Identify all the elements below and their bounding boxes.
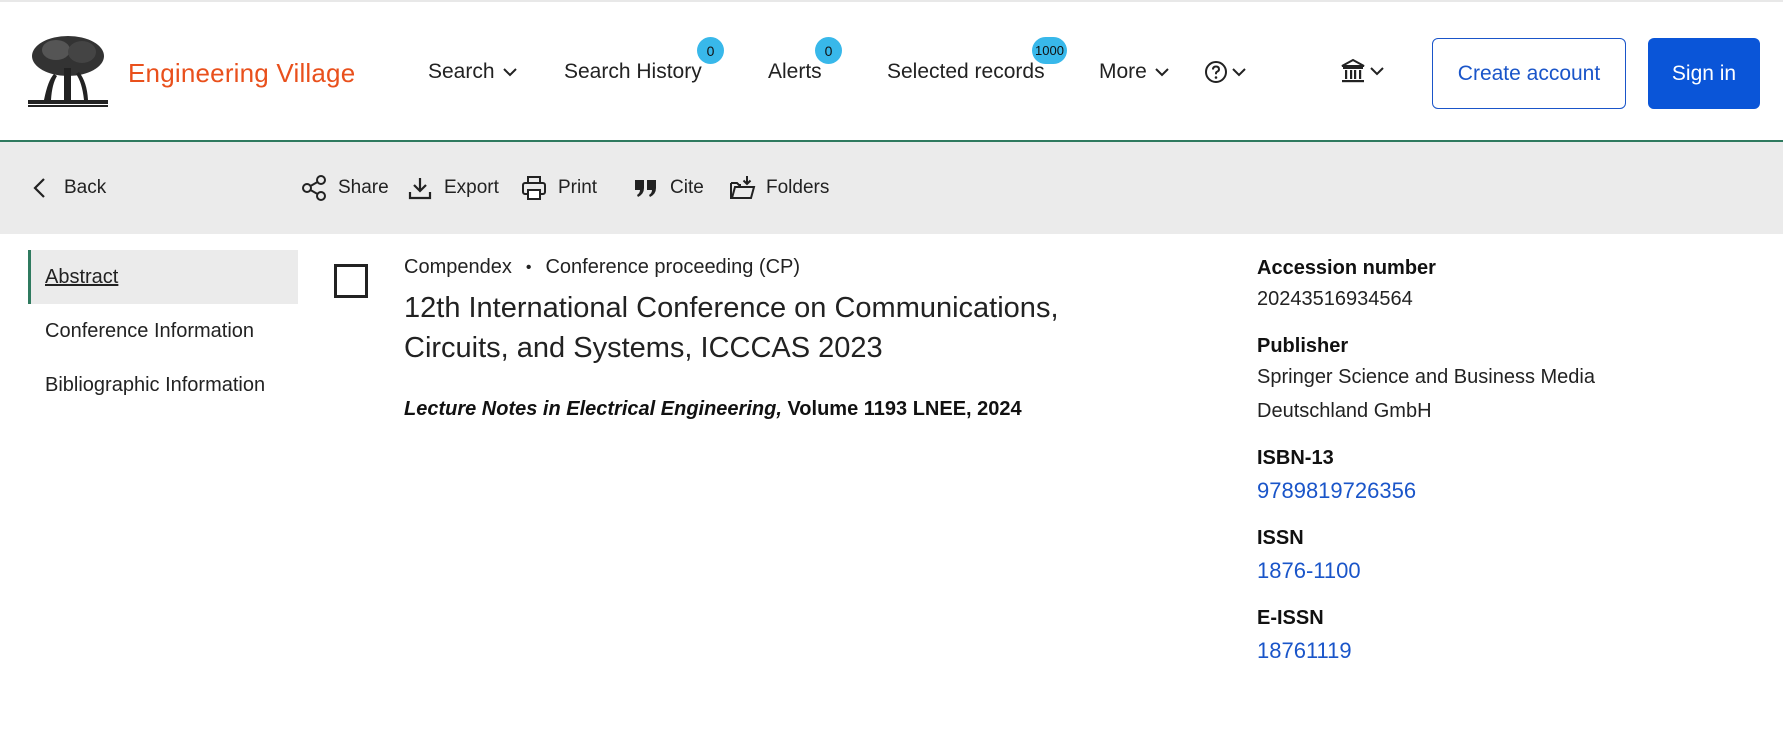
source-volume: Volume 1193 LNEE, 2024 bbox=[787, 398, 1022, 420]
print-label: Print bbox=[558, 177, 598, 198]
issn-label: ISSN bbox=[1257, 527, 1304, 549]
cite-button[interactable]: Cite bbox=[632, 174, 704, 202]
quote-icon bbox=[635, 180, 656, 197]
nav-more-label: More bbox=[1099, 60, 1147, 83]
separator-dot: • bbox=[525, 258, 532, 276]
nav-selected-records-label: Selected records bbox=[887, 60, 1045, 83]
help-menu[interactable] bbox=[1204, 60, 1248, 84]
publisher-label: Publisher bbox=[1257, 335, 1349, 357]
alerts-count-badge: 0 bbox=[815, 37, 842, 64]
create-account-button[interactable]: Create account bbox=[1432, 38, 1626, 109]
export-label: Export bbox=[444, 177, 499, 198]
share-icon bbox=[302, 175, 326, 201]
isbn-link[interactable]: 9789819726356 bbox=[1257, 474, 1416, 508]
source-series: Lecture Notes in Electrical Engineering, bbox=[404, 398, 782, 420]
isbn-label: ISBN-13 bbox=[1257, 447, 1334, 469]
nav-search-history-label: Search History bbox=[564, 60, 702, 83]
download-icon bbox=[408, 178, 432, 200]
chevron-down-icon bbox=[502, 68, 517, 77]
section-sidenav: Abstract Conference Information Bibliogr… bbox=[28, 250, 298, 412]
folders-button[interactable]: Folders bbox=[728, 174, 829, 202]
top-header: Engineering Village Search Search Histor… bbox=[0, 0, 1783, 142]
record-title: 12th International Conference on Communi… bbox=[404, 292, 1059, 364]
chevron-left-icon bbox=[33, 178, 45, 198]
record-toolbar: Back Share Export Print Cite Folders bbox=[0, 142, 1783, 234]
folder-add-icon bbox=[730, 176, 756, 199]
nav-search-history[interactable]: Search History bbox=[564, 60, 702, 84]
publisher-value-line1: Springer Science and Business Media bbox=[1257, 366, 1595, 388]
record-meta: Compendex • Conference proceeding (CP) bbox=[404, 256, 800, 279]
doc-type-label: Conference proceeding (CP) bbox=[545, 256, 801, 278]
folders-label: Folders bbox=[766, 177, 830, 198]
print-button[interactable]: Print bbox=[520, 174, 597, 202]
sidenav-item-bibliographic-information[interactable]: Bibliographic Information bbox=[28, 358, 298, 412]
nav-alerts-label: Alerts bbox=[768, 60, 822, 83]
chevron-down-icon bbox=[1232, 68, 1246, 77]
accession-number-label: Accession number bbox=[1257, 257, 1436, 279]
search-history-count-badge: 0 bbox=[697, 37, 724, 64]
sidenav-item-conference-information[interactable]: Conference Information bbox=[28, 304, 298, 358]
selected-records-count-badge: 1000 bbox=[1032, 37, 1067, 64]
elsevier-tree-logo-icon[interactable] bbox=[26, 34, 110, 110]
share-label: Share bbox=[338, 177, 389, 198]
accession-number-value: 20243516934564 bbox=[1257, 288, 1413, 310]
printer-icon bbox=[522, 176, 546, 200]
export-button[interactable]: Export bbox=[406, 174, 499, 202]
record-source: Lecture Notes in Electrical Engineering,… bbox=[404, 398, 1022, 421]
nav-search-label: Search bbox=[428, 60, 495, 83]
institution-icon bbox=[1341, 58, 1365, 83]
eissn-label: E-ISSN bbox=[1257, 607, 1324, 629]
help-question-icon bbox=[1205, 61, 1227, 83]
record-details: Accession number 20243516934564 Publishe… bbox=[1257, 256, 1737, 686]
sign-in-button[interactable]: Sign in bbox=[1648, 38, 1760, 109]
nav-alerts[interactable]: Alerts bbox=[768, 60, 822, 84]
publisher-value-line2: Deutschland GmbH bbox=[1257, 400, 1432, 422]
chevron-down-icon bbox=[1155, 68, 1169, 77]
database-label: Compendex bbox=[404, 256, 512, 278]
eissn-link[interactable]: 18761119 bbox=[1257, 634, 1352, 668]
sidenav-item-abstract[interactable]: Abstract bbox=[28, 250, 298, 304]
nav-search[interactable]: Search bbox=[428, 60, 519, 84]
chevron-down-icon bbox=[1370, 67, 1384, 76]
back-label: Back bbox=[64, 177, 107, 198]
issn-link[interactable]: 1876-1100 bbox=[1257, 554, 1361, 588]
select-record-checkbox[interactable] bbox=[334, 264, 368, 298]
nav-more[interactable]: More bbox=[1099, 60, 1171, 84]
nav-selected-records[interactable]: Selected records bbox=[887, 60, 1045, 84]
back-button[interactable]: Back bbox=[26, 174, 106, 202]
brand-name[interactable]: Engineering Village bbox=[128, 58, 355, 89]
institution-menu[interactable] bbox=[1340, 58, 1386, 84]
cite-label: Cite bbox=[670, 177, 704, 198]
share-button[interactable]: Share bbox=[300, 174, 389, 202]
